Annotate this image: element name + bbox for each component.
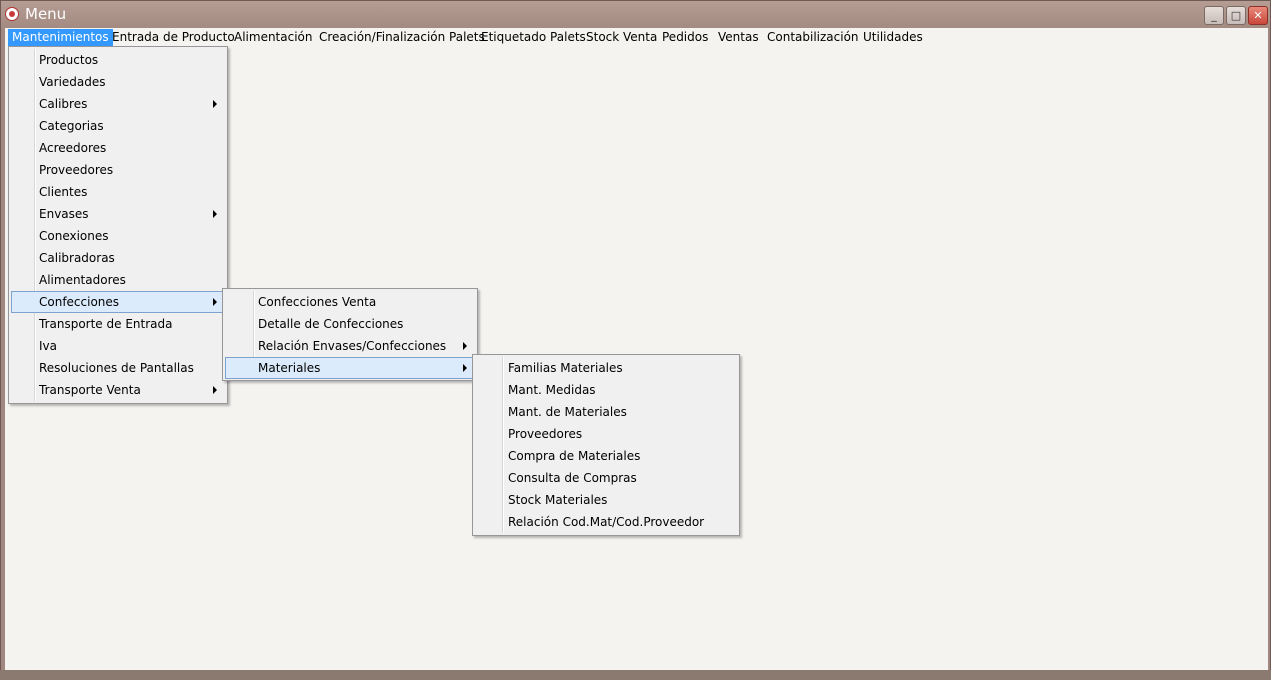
menu-item-label: Iva	[39, 339, 57, 353]
menu-item-label: Relación Cod.Mat/Cod.Proveedor	[508, 515, 705, 529]
submenu-arrow-icon	[463, 342, 467, 350]
menubar-entrada-de-producto[interactable]: Entrada de Producto	[108, 29, 239, 46]
menu-item-relacion-codmat-codproveedor[interactable]: Relación Cod.Mat/Cod.Proveedor	[475, 511, 737, 533]
menubar-mantenimientos[interactable]: Mantenimientos	[8, 29, 113, 46]
minimize-button[interactable]: _	[1204, 6, 1224, 25]
menu-item-label: Detalle de Confecciones	[258, 317, 404, 331]
menubar-ventas[interactable]: Ventas	[714, 29, 763, 46]
menu-item-calibradoras[interactable]: Calibradoras	[11, 247, 225, 269]
menu-item-resoluciones-de-pantallas[interactable]: Resoluciones de Pantallas	[11, 357, 225, 379]
menu-item-calibres[interactable]: Calibres	[11, 93, 225, 115]
menubar-creacion-finalizacion-palets[interactable]: Creación/Finalización Palets	[315, 29, 489, 46]
menu-item-label: Productos	[39, 53, 99, 67]
menu-item-variedades[interactable]: Variedades	[11, 71, 225, 93]
menu-item-label: Acreedores	[39, 141, 107, 155]
menu-item-label: Consulta de Compras	[508, 471, 637, 485]
menu-item-compra-de-materiales[interactable]: Compra de Materiales	[475, 445, 737, 467]
maximize-button[interactable]: □	[1226, 6, 1246, 25]
menu-item-label: Proveedores	[508, 427, 583, 441]
menu-item-label: Resoluciones de Pantallas	[39, 361, 194, 375]
menu-item-label: Materiales	[258, 361, 321, 375]
menu-item-label: Mant. Medidas	[508, 383, 596, 397]
menu-item-stock-materiales[interactable]: Stock Materiales	[475, 489, 737, 511]
menu-item-label: Conexiones	[39, 229, 109, 243]
menu-item-label: Proveedores	[39, 163, 114, 177]
app-icon[interactable]	[5, 7, 19, 21]
menu-item-detalle-de-confecciones[interactable]: Detalle de Confecciones	[225, 313, 475, 335]
submenu-arrow-icon	[213, 100, 217, 108]
submenu-arrow-icon	[213, 210, 217, 218]
menu-item-alimentadores[interactable]: Alimentadores	[11, 269, 225, 291]
menu-item-proveedores-materiales[interactable]: Proveedores	[475, 423, 737, 445]
menu-item-materiales[interactable]: Materiales	[225, 357, 475, 379]
menu-item-label: Calibradoras	[39, 251, 115, 265]
menu-item-iva[interactable]: Iva	[11, 335, 225, 357]
title-bar[interactable]: Menu _ □ ✕	[1, 1, 1270, 28]
desktop-background	[0, 670, 1271, 680]
menu-item-label: Variedades	[39, 75, 106, 89]
menu-item-label: Transporte de Entrada	[39, 317, 173, 331]
materiales-submenu: Familias Materiales Mant. Medidas Mant. …	[472, 354, 740, 536]
menu-item-productos[interactable]: Productos	[11, 49, 225, 71]
menu-item-label: Confecciones	[39, 295, 120, 309]
menu-item-envases[interactable]: Envases	[11, 203, 225, 225]
menu-item-label: Calibres	[39, 97, 88, 111]
menu-item-mant-de-materiales[interactable]: Mant. de Materiales	[475, 401, 737, 423]
menu-item-clientes[interactable]: Clientes	[11, 181, 225, 203]
menu-item-categorias[interactable]: Categorias	[11, 115, 225, 137]
menu-item-label: Relación Envases/Confecciones	[258, 339, 447, 353]
submenu-arrow-icon	[463, 364, 467, 372]
menu-item-label: Envases	[39, 207, 89, 221]
menu-item-consulta-de-compras[interactable]: Consulta de Compras	[475, 467, 737, 489]
menu-item-label: Compra de Materiales	[508, 449, 641, 463]
menubar-etiquetado-palets[interactable]: Etiquetado Palets	[477, 29, 590, 46]
menu-item-acreedores[interactable]: Acreedores	[11, 137, 225, 159]
menubar-utilidades[interactable]: Utilidades	[859, 29, 927, 46]
confecciones-submenu: Confecciones Venta Detalle de Confeccion…	[222, 288, 478, 381]
submenu-arrow-icon	[213, 386, 217, 394]
menu-item-label: Categorias	[39, 119, 104, 133]
menu-item-conexiones[interactable]: Conexiones	[11, 225, 225, 247]
menu-item-transporte-venta[interactable]: Transporte Venta	[11, 379, 225, 401]
menubar-stock-venta[interactable]: Stock Venta	[582, 29, 661, 46]
menubar-pedidos[interactable]: Pedidos	[658, 29, 712, 46]
menu-item-relacion-envases-confecciones[interactable]: Relación Envases/Confecciones	[225, 335, 475, 357]
menu-item-confecciones-venta[interactable]: Confecciones Venta	[225, 291, 475, 313]
menubar-alimentacion[interactable]: Alimentación	[230, 29, 317, 46]
menu-item-label: Familias Materiales	[508, 361, 623, 375]
menu-item-proveedores[interactable]: Proveedores	[11, 159, 225, 181]
menu-item-label: Transporte Venta	[39, 383, 141, 397]
menu-item-label: Stock Materiales	[508, 493, 608, 507]
window-title: Menu	[25, 5, 67, 23]
menu-item-familias-materiales[interactable]: Familias Materiales	[475, 357, 737, 379]
menu-item-label: Confecciones Venta	[258, 295, 377, 309]
menu-item-label: Alimentadores	[39, 273, 126, 287]
close-button[interactable]: ✕	[1248, 6, 1268, 25]
submenu-arrow-icon	[213, 298, 217, 306]
menu-item-label: Mant. de Materiales	[508, 405, 627, 419]
menu-item-label: Clientes	[39, 185, 88, 199]
menu-item-transporte-de-entrada[interactable]: Transporte de Entrada	[11, 313, 225, 335]
menu-item-confecciones[interactable]: Confecciones	[11, 291, 225, 313]
mantenimientos-menu: Productos Variedades Calibres Categorias…	[8, 46, 228, 404]
menubar-contabilizacion[interactable]: Contabilización	[763, 29, 863, 46]
menu-bar: Mantenimientos Entrada de Producto Alime…	[5, 28, 1268, 47]
menu-item-mant-medidas[interactable]: Mant. Medidas	[475, 379, 737, 401]
